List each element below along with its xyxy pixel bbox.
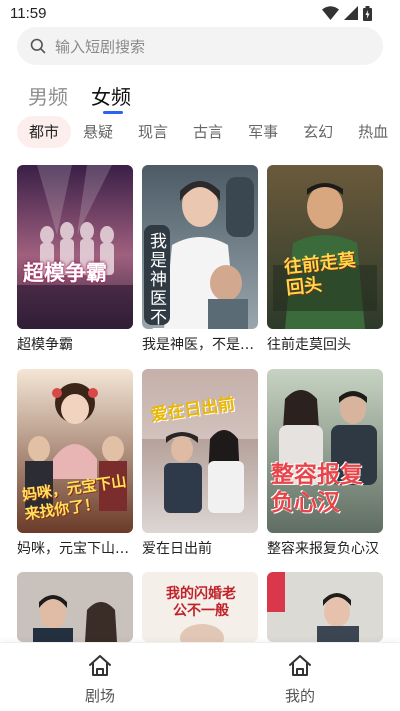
home-icon bbox=[289, 655, 311, 676]
nav-label: 我的 bbox=[284, 687, 315, 705]
poster-title-text: 我是神医 不是圣人 bbox=[150, 232, 167, 330]
genre-chip-xuanyi[interactable]: 悬疑 bbox=[73, 116, 123, 148]
poster-title-text: 超模争霸 bbox=[23, 261, 107, 285]
genre-chip-xuanhuan[interactable]: 玄幻 bbox=[293, 116, 343, 148]
drama-poster[interactable]: 我的闪婚老公不一般 bbox=[142, 572, 258, 642]
poster-title-text: 整容报复负心汉 bbox=[271, 462, 363, 516]
drama-card[interactable]: 我是神医 不是圣人 我是神医，不是圣人 bbox=[142, 165, 258, 354]
wifi-icon bbox=[322, 6, 339, 20]
poster-title-text: 往前走莫回头 bbox=[283, 249, 357, 300]
genre-filter-row: 都市 悬疑 现言 古言 军事 玄幻 热血 bbox=[17, 116, 400, 148]
drama-card[interactable]: 超模争霸 超模争霸 bbox=[17, 165, 133, 354]
search-input[interactable]: 输入短剧搜索 bbox=[55, 36, 145, 57]
drama-title: 妈咪，元宝下山来找你了 bbox=[17, 541, 133, 557]
genre-chip-guyan[interactable]: 古言 bbox=[183, 116, 233, 148]
drama-card[interactable]: 妈咪，元宝下山来找你了！ 妈咪，元宝下山来找你了 bbox=[17, 369, 133, 558]
search-icon bbox=[30, 38, 46, 54]
tab-female[interactable]: 女频 bbox=[91, 80, 131, 114]
genre-chip-rexue[interactable]: 热血 bbox=[348, 116, 398, 148]
drama-poster[interactable]: 整容报复负心汉 bbox=[267, 369, 383, 533]
drama-poster[interactable]: 往前走莫回头 bbox=[267, 165, 383, 329]
drama-poster[interactable]: 我是神医 不是圣人 bbox=[142, 165, 258, 329]
gender-tabs: 男频 女频 bbox=[28, 80, 131, 114]
drama-title: 往前走莫回头 bbox=[267, 337, 351, 353]
status-bar: 11:59 bbox=[0, 0, 400, 26]
bottom-nav: 剧场 我的 bbox=[0, 642, 400, 711]
nav-label: 剧场 bbox=[84, 687, 115, 705]
search-bar[interactable]: 输入短剧搜索 bbox=[17, 27, 383, 65]
genre-chip-dushi[interactable]: 都市 bbox=[17, 116, 72, 148]
drama-poster[interactable] bbox=[267, 572, 383, 642]
drama-title: 整容来报复负心汉 bbox=[267, 541, 379, 557]
tab-male[interactable]: 男频 bbox=[28, 80, 68, 114]
home-icon bbox=[89, 655, 111, 676]
status-time: 11:59 bbox=[10, 5, 47, 22]
poster-title-text: 我的闪婚老公不一般 bbox=[166, 586, 236, 619]
genre-chip-xianyan[interactable]: 现言 bbox=[128, 116, 178, 148]
drama-card[interactable]: 爱在日出前 爱在日出前 bbox=[142, 369, 258, 558]
drama-card[interactable]: 整容报复负心汉 整容来报复负心汉 bbox=[267, 369, 383, 558]
drama-title: 我是神医，不是圣人 bbox=[142, 337, 258, 353]
drama-poster[interactable]: 妈咪，元宝下山来找你了！ bbox=[17, 369, 133, 533]
drama-card[interactable]: 往前走莫回头 往前走莫回头 bbox=[267, 165, 383, 354]
drama-card[interactable] bbox=[267, 572, 383, 642]
nav-theater[interactable]: 剧场 bbox=[70, 653, 130, 706]
signal-icon bbox=[344, 6, 358, 20]
genre-chip-junshi[interactable]: 军事 bbox=[238, 116, 288, 148]
drama-poster[interactable]: 爱在日出前 bbox=[142, 369, 258, 533]
drama-poster[interactable]: 超模争霸 bbox=[17, 165, 133, 329]
drama-title: 爱在日出前 bbox=[142, 541, 212, 557]
battery-icon bbox=[363, 5, 372, 21]
drama-title: 超模争霸 bbox=[17, 337, 73, 353]
drama-card[interactable] bbox=[17, 572, 133, 642]
status-icons bbox=[322, 5, 372, 21]
drama-poster[interactable] bbox=[17, 572, 133, 642]
nav-mine[interactable]: 我的 bbox=[270, 653, 330, 706]
drama-card[interactable]: 我的闪婚老公不一般 bbox=[142, 572, 258, 642]
